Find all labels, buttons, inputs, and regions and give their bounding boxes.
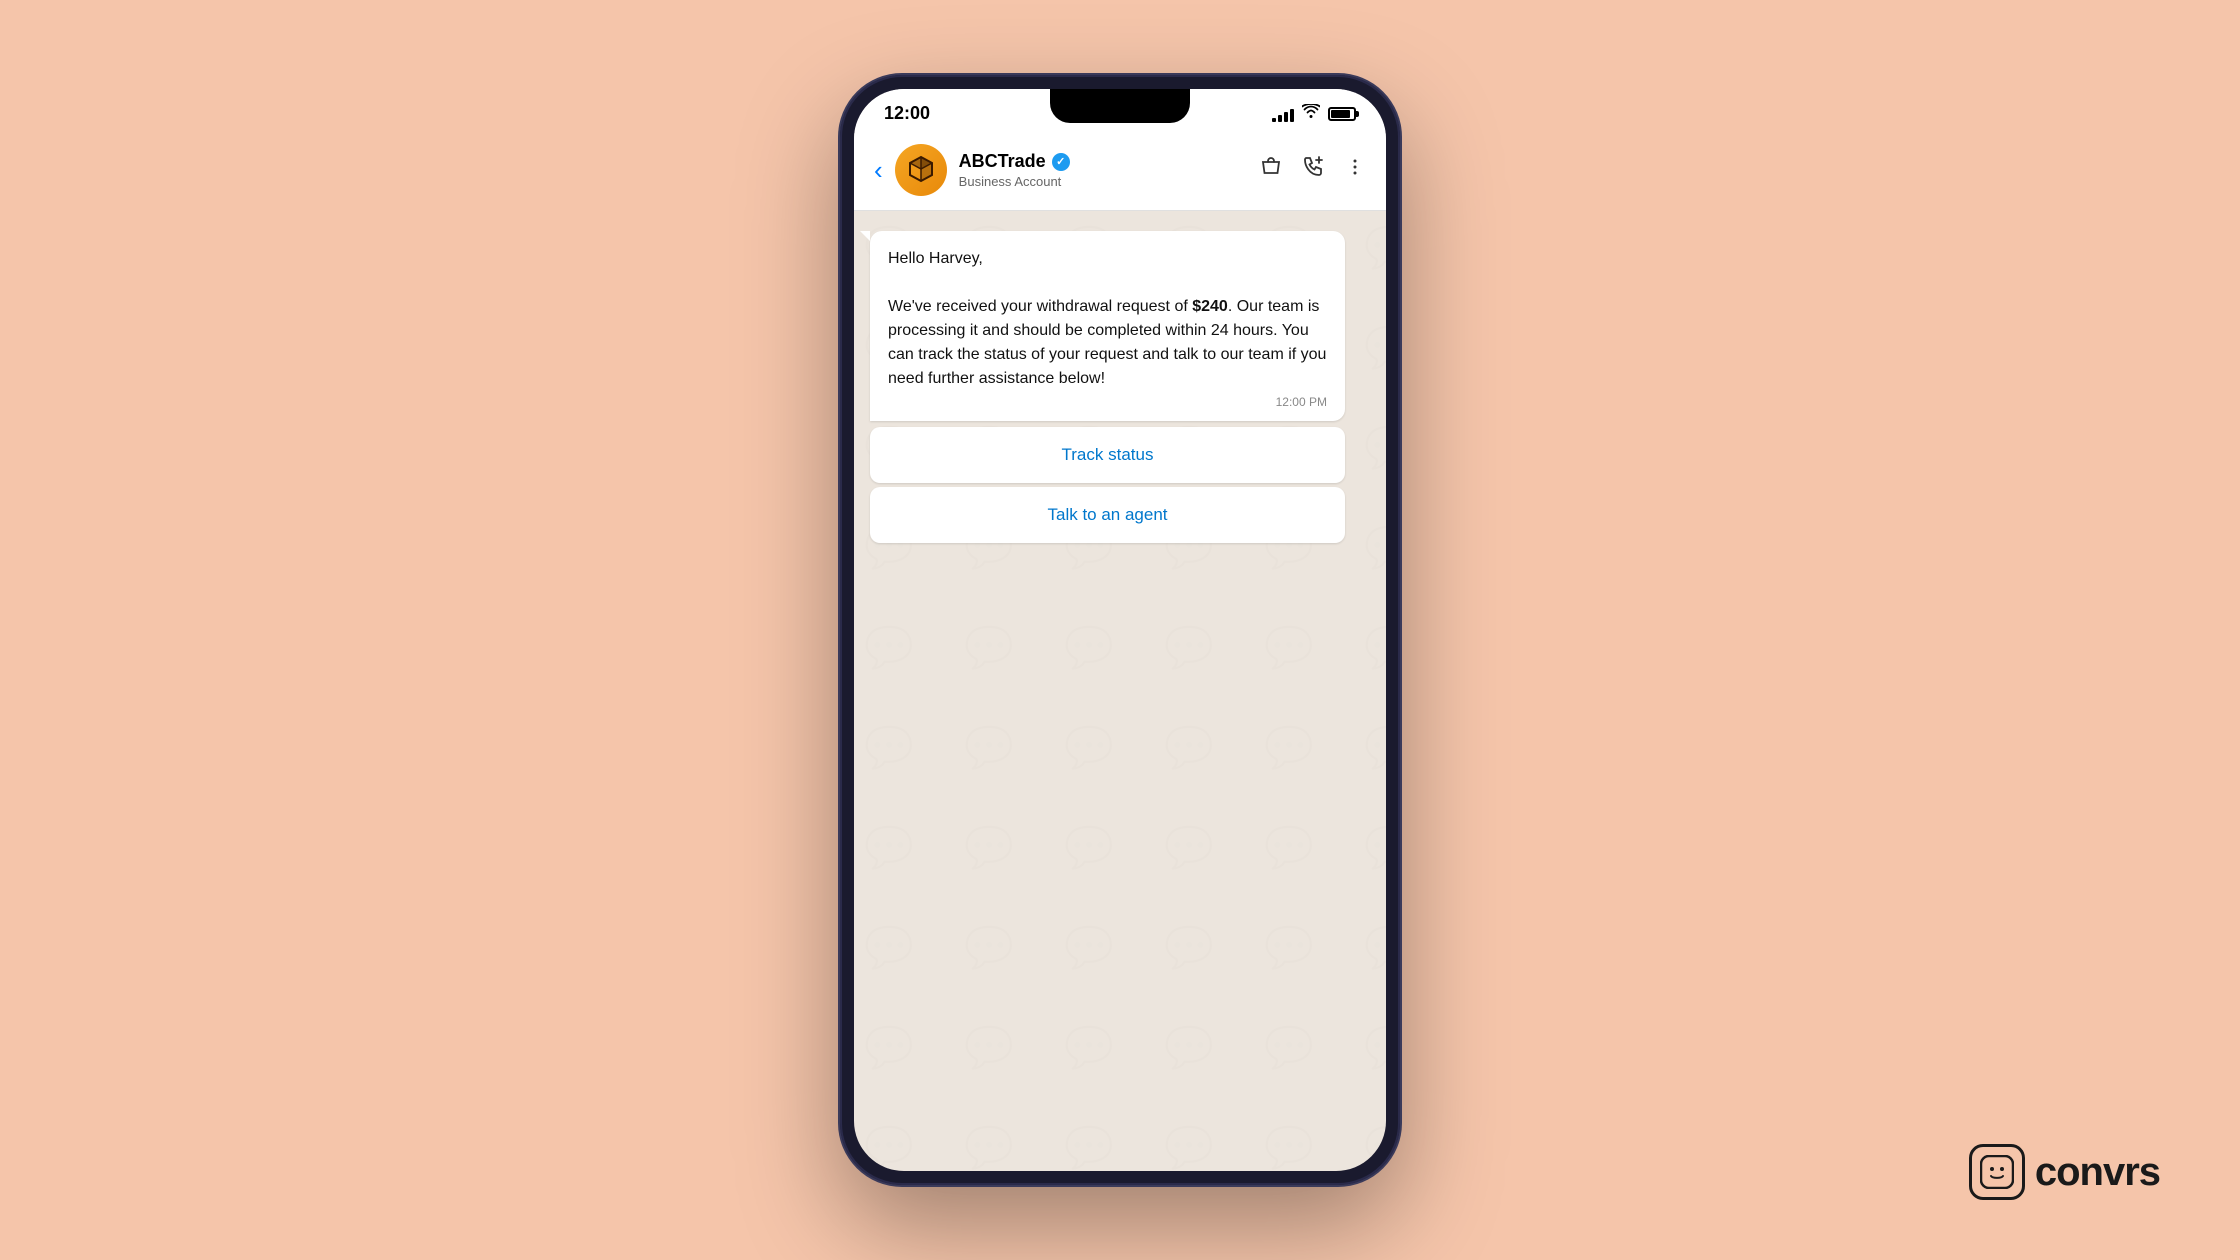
more-options-icon[interactable]: [1344, 156, 1366, 184]
message-amount: $240: [1192, 298, 1228, 315]
signal-bar-1: [1272, 118, 1276, 122]
phone-shell: 12:00: [840, 75, 1400, 1185]
shopping-bag-icon[interactable]: [1260, 156, 1282, 184]
header-name: ABCTrade ✓: [959, 151, 1260, 172]
chat-header: ‹ ABCTrade ✓: [854, 134, 1386, 211]
chat-body: Hello Harvey, We've received your withdr…: [854, 211, 1386, 1171]
signal-bar-3: [1284, 112, 1288, 122]
signal-bar-4: [1290, 109, 1294, 122]
notch: [1050, 89, 1190, 123]
status-icons: [1272, 104, 1356, 123]
avatar: [895, 144, 947, 196]
message-container: Hello Harvey, We've received your withdr…: [870, 231, 1370, 543]
talk-to-agent-button[interactable]: Talk to an agent: [870, 487, 1345, 543]
message-timestamp: 12:00 PM: [888, 395, 1327, 409]
header-actions: [1260, 156, 1366, 184]
avatar-logo-icon: [904, 153, 938, 187]
signal-bar-2: [1278, 115, 1282, 122]
message-body-pre: We've received your withdrawal request o…: [888, 298, 1192, 315]
message-text: Hello Harvey, We've received your withdr…: [888, 247, 1327, 391]
phone-screen: 12:00: [854, 89, 1386, 1171]
battery-fill: [1331, 110, 1350, 118]
action-buttons: Track status Talk to an agent: [870, 427, 1370, 543]
header-info: ABCTrade ✓ Business Account: [959, 151, 1260, 189]
header-subtitle: Business Account: [959, 174, 1260, 189]
add-call-icon[interactable]: [1302, 156, 1324, 184]
back-button[interactable]: ‹: [874, 155, 883, 186]
track-status-button[interactable]: Track status: [870, 427, 1345, 483]
convrs-icon-svg: [1980, 1155, 2014, 1189]
convrs-logo-text: convrs: [2035, 1150, 2160, 1195]
message-bubble: Hello Harvey, We've received your withdr…: [870, 231, 1345, 421]
wifi-icon: [1302, 104, 1320, 123]
battery-icon: [1328, 107, 1356, 121]
verified-badge-icon: ✓: [1052, 153, 1070, 171]
message-greeting: Hello Harvey,: [888, 250, 983, 267]
status-bar: 12:00: [854, 89, 1386, 134]
status-time: 12:00: [884, 103, 930, 124]
business-name: ABCTrade: [959, 151, 1046, 172]
signal-bars-icon: [1272, 106, 1294, 122]
convrs-logo-icon: [1969, 1144, 2025, 1200]
convrs-logo: convrs: [1969, 1144, 2160, 1200]
